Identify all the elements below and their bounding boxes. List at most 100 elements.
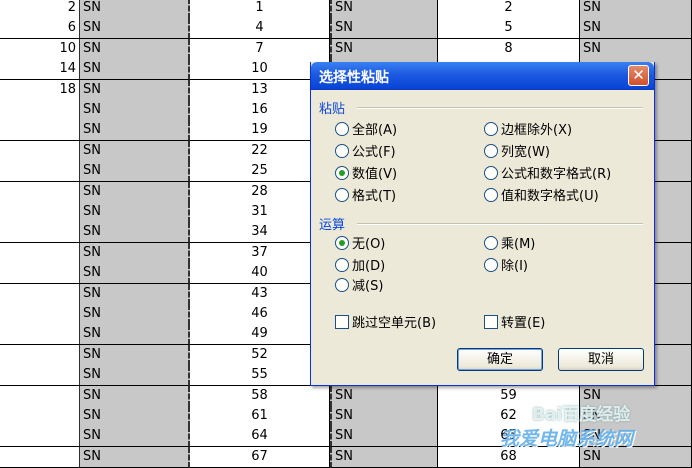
col-b-cell[interactable]: SN <box>80 161 190 183</box>
ok-button[interactable]: 确定 <box>457 348 543 371</box>
col-b-cell[interactable]: SN <box>80 0 190 19</box>
col-b-cell[interactable]: SN <box>80 344 190 366</box>
col-b-cell[interactable]: SN <box>80 140 190 162</box>
col-c-cell[interactable]: 64 <box>190 426 330 448</box>
col-a-cell[interactable]: 6 <box>0 18 80 40</box>
col-b-cell[interactable]: SN <box>80 100 190 121</box>
col-d-cell[interactable]: SN <box>330 446 438 468</box>
col-c-cell[interactable]: 34 <box>190 222 330 244</box>
col-c-cell[interactable]: 7 <box>190 38 330 60</box>
col-a-cell[interactable]: 14 <box>0 59 80 81</box>
col-a-cell[interactable] <box>0 385 80 407</box>
col-d-cell[interactable]: SN <box>330 0 438 19</box>
col-b-cell[interactable]: SN <box>80 426 190 448</box>
paste-option-formats[interactable]: 格式(T) <box>335 188 396 206</box>
col-b-cell[interactable]: SN <box>80 324 190 346</box>
operation-option-none[interactable]: 无(O) <box>335 236 385 254</box>
col-c-cell[interactable]: 25 <box>190 161 330 183</box>
paste-option-formulas[interactable]: 公式(F) <box>335 144 396 162</box>
col-a-cell[interactable] <box>0 304 80 325</box>
col-a-cell[interactable] <box>0 202 80 223</box>
col-b-cell[interactable]: SN <box>80 446 190 468</box>
col-b-cell[interactable]: SN <box>80 18 190 40</box>
col-b-cell[interactable]: SN <box>80 59 190 81</box>
col-c-cell[interactable]: 61 <box>190 406 330 427</box>
col-a-cell[interactable] <box>0 100 80 121</box>
paste-option-all-except-borders[interactable]: 边框除外(X) <box>484 122 572 140</box>
col-a-cell[interactable] <box>0 120 80 142</box>
paste-option-values-number-formats[interactable]: 值和数字格式(U) <box>484 188 599 206</box>
col-a-cell[interactable] <box>0 242 80 264</box>
col-c-cell[interactable]: 52 <box>190 344 330 366</box>
col-a-cell[interactable] <box>0 140 80 162</box>
col-c-cell[interactable]: 46 <box>190 304 330 325</box>
col-a-cell[interactable]: 10 <box>0 38 80 60</box>
col-b-cell[interactable]: SN <box>80 385 190 407</box>
col-a-cell[interactable]: 18 <box>0 79 80 101</box>
col-a-cell[interactable] <box>0 283 80 305</box>
col-c-cell[interactable]: 40 <box>190 263 330 285</box>
col-b-cell[interactable]: SN <box>80 79 190 101</box>
col-d-cell[interactable]: SN <box>330 406 438 427</box>
operation-option-subtract[interactable]: 减(S) <box>335 278 383 296</box>
col-c-cell[interactable]: 43 <box>190 283 330 305</box>
col-a-cell[interactable] <box>0 406 80 427</box>
col-a-cell[interactable] <box>0 181 80 203</box>
col-c-cell[interactable]: 1 <box>190 0 330 19</box>
operation-option-add[interactable]: 加(D) <box>335 258 385 276</box>
close-button[interactable]: ✕ <box>628 65 649 86</box>
paste-option-all[interactable]: 全部(A) <box>335 122 397 140</box>
col-c-cell[interactable]: 49 <box>190 324 330 346</box>
col-b-cell[interactable]: SN <box>80 263 190 285</box>
col-b-cell[interactable]: SN <box>80 181 190 203</box>
col-c-cell[interactable]: 28 <box>190 181 330 203</box>
col-b-cell[interactable]: SN <box>80 120 190 142</box>
col-d-cell[interactable]: SN <box>330 18 438 40</box>
cancel-button[interactable]: 取消 <box>558 348 644 371</box>
transpose-checkbox[interactable]: 转置(E) <box>484 315 545 333</box>
col-b-cell[interactable]: SN <box>80 406 190 427</box>
col-a-cell[interactable] <box>0 365 80 387</box>
col-a-cell[interactable] <box>0 426 80 448</box>
col-a-cell[interactable] <box>0 344 80 366</box>
col-e-cell[interactable]: 2 <box>438 0 580 19</box>
col-f-cell[interactable]: SN <box>580 18 692 40</box>
operation-option-multiply[interactable]: 乘(M) <box>484 236 535 254</box>
col-b-cell[interactable]: SN <box>80 242 190 264</box>
col-c-cell[interactable]: 13 <box>190 79 330 101</box>
col-d-cell[interactable]: SN <box>330 38 438 60</box>
col-b-cell[interactable]: SN <box>80 38 190 60</box>
col-c-cell[interactable]: 37 <box>190 242 330 264</box>
col-c-cell[interactable]: 31 <box>190 202 330 223</box>
col-a-cell[interactable] <box>0 324 80 346</box>
col-c-cell[interactable]: 19 <box>190 120 330 142</box>
col-a-cell[interactable] <box>0 446 80 468</box>
col-d-cell[interactable]: SN <box>330 426 438 448</box>
dialog-titlebar[interactable]: 选择性粘贴 ✕ <box>311 62 654 90</box>
col-c-cell[interactable]: 10 <box>190 59 330 81</box>
col-b-cell[interactable]: SN <box>80 304 190 325</box>
col-e-cell[interactable]: 5 <box>438 18 580 40</box>
paste-option-values[interactable]: 数值(V) <box>335 166 397 184</box>
col-a-cell[interactable] <box>0 263 80 285</box>
col-c-cell[interactable]: 22 <box>190 140 330 162</box>
col-f-cell[interactable]: SN <box>580 0 692 19</box>
col-c-cell[interactable]: 4 <box>190 18 330 40</box>
col-a-cell[interactable] <box>0 222 80 244</box>
paste-option-column-widths[interactable]: 列宽(W) <box>484 144 550 162</box>
col-a-cell[interactable] <box>0 161 80 183</box>
col-c-cell[interactable]: 16 <box>190 100 330 121</box>
col-b-cell[interactable]: SN <box>80 283 190 305</box>
col-c-cell[interactable]: 67 <box>190 446 330 468</box>
col-f-cell[interactable]: SN <box>580 38 692 60</box>
col-b-cell[interactable]: SN <box>80 365 190 387</box>
col-d-cell[interactable]: SN <box>330 385 438 407</box>
col-c-cell[interactable]: 55 <box>190 365 330 387</box>
operation-option-divide[interactable]: 除(I) <box>484 258 528 276</box>
paste-option-formulas-number-formats[interactable]: 公式和数字格式(R) <box>484 166 611 184</box>
col-e-cell[interactable]: 8 <box>438 38 580 60</box>
skip-blanks-checkbox[interactable]: 跳过空单元(B) <box>335 315 436 333</box>
col-b-cell[interactable]: SN <box>80 202 190 223</box>
col-c-cell[interactable]: 58 <box>190 385 330 407</box>
col-a-cell[interactable]: 2 <box>0 0 80 19</box>
